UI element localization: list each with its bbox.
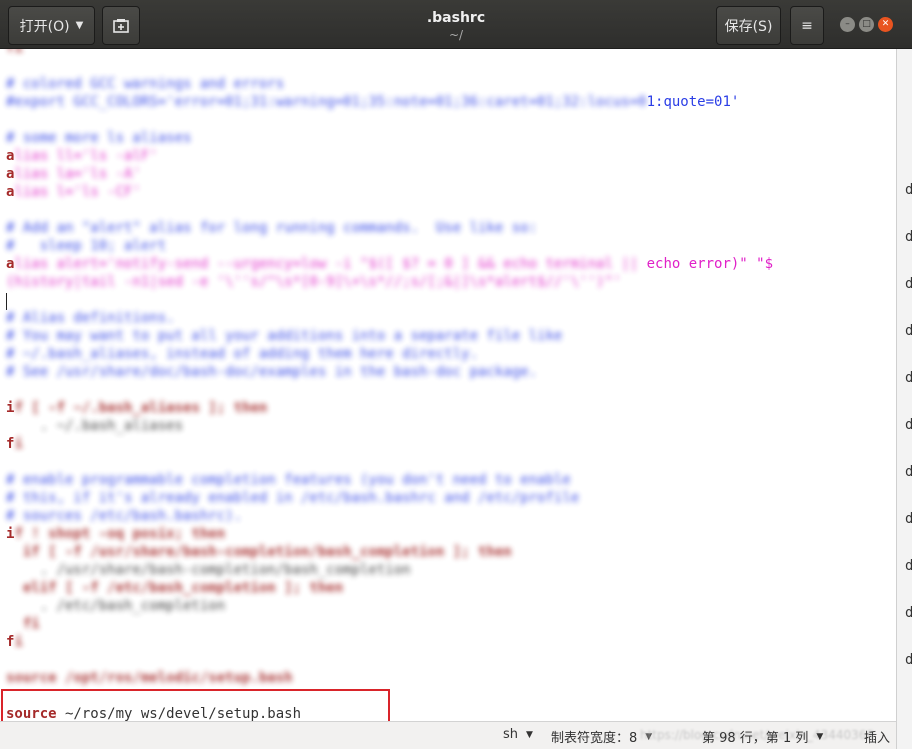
code-line: if [ -f ~/.bash_aliases ]; then <box>6 399 267 417</box>
code-token: # Add an "alert" alias for long running … <box>6 220 538 236</box>
text-editor[interactable]: fi # colored GCC warnings and errors #expo… <box>0 49 896 721</box>
code-line: fi <box>6 615 40 633</box>
code-token: elif [ -f /etc/bash_completion ]; then <box>6 580 344 596</box>
code-line: elif [ -f /etc/bash_completion ]; then <box>6 579 343 597</box>
code-line: source /opt/ros/melodic/setup.bash <box>6 669 293 687</box>
code-token: if [ -f /usr/share/bash-completion/bash_… <box>6 544 512 560</box>
code-token: #export GCC_COLORS='error=01;31:warning=… <box>6 94 647 110</box>
background-text: d <box>905 464 912 480</box>
background-text: d <box>905 652 912 668</box>
code-line: # colored GCC warnings and errors <box>6 75 284 93</box>
close-icon[interactable]: ✕ <box>878 17 893 32</box>
code-line: # enable programmable completion feature… <box>6 471 571 489</box>
code-line: alias l='ls -CF' <box>6 183 141 201</box>
code-line: (history|tail -n1|sed -e '\''s/^\s*[0-9]… <box>6 273 621 291</box>
save-button[interactable]: 保存(S) <box>716 6 781 45</box>
code-token: echo error)" "$ <box>646 256 774 272</box>
code-token: i <box>14 634 23 650</box>
insert-mode-label: 插入 <box>864 731 891 746</box>
code-line: fi <box>6 435 23 453</box>
code-line: . ~/.bash_aliases <box>6 417 183 435</box>
background-text: d <box>905 417 912 433</box>
code-line: alias alert='notify-send --urgency=low -… <box>6 255 773 273</box>
code-token: fi <box>6 616 40 632</box>
code-line: # some more ls aliases <box>6 129 191 147</box>
save-button-label: 保存(S) <box>724 18 773 35</box>
code-token: fi <box>6 49 23 56</box>
background-text: d <box>905 605 912 621</box>
status-bar: sh ▼ 制表符宽度：8 ▼ https://blog.csdn.net/wei… <box>0 721 896 749</box>
minimize-icon[interactable]: – <box>840 17 855 32</box>
code-token: lias l='ls -CF' <box>14 184 141 200</box>
code-token: # See /usr/share/doc/bash-doc/examples i… <box>6 364 538 380</box>
code-token: . ~/.bash_aliases <box>6 418 184 434</box>
code-token: f ! shopt -oq posix; then <box>14 526 226 542</box>
code-line: # ~/.bash_aliases, instead of adding the… <box>6 345 478 363</box>
language-selector[interactable]: sh ▼ <box>503 727 533 742</box>
code-line: . /etc/bash_completion <box>6 597 225 615</box>
code-token: # some more ls aliases <box>6 130 192 146</box>
background-text: d <box>905 182 912 198</box>
code-line: source ~/ros/my_ws/devel/setup.bash <box>6 705 301 721</box>
code-line: # sleep 10; alert <box>6 237 166 255</box>
background-text: d <box>905 276 912 292</box>
code-token: # Alias definitions. <box>6 310 175 326</box>
header-bar: 打开(O) ▼ .bashrc ~/ 保存(S) ≡ – □ ✕ <box>0 0 912 49</box>
hamburger-menu-icon: ≡ <box>801 17 813 34</box>
hamburger-menu-button[interactable]: ≡ <box>790 6 824 45</box>
background-text: d <box>905 370 912 386</box>
chevron-down-icon: ▼ <box>526 729 533 740</box>
cursor-position-label: 第 98 行，第 1 列 <box>702 731 809 746</box>
code-line: . /usr/share/bash-completion/bash_comple… <box>6 561 411 579</box>
code-line: fi <box>6 633 23 651</box>
code-line: # You may want to put all your additions… <box>6 327 562 345</box>
code-line: fi <box>6 49 23 57</box>
code-token: lias alert='notify-send --urgency=low -i… <box>14 256 647 272</box>
code-line: # Add an "alert" alias for long running … <box>6 219 537 237</box>
chevron-down-icon: ▼ <box>816 731 824 742</box>
code-token: source <box>6 706 57 721</box>
background-text: d <box>905 229 912 245</box>
code-token: # this, if it's already enabled in /etc/… <box>6 490 580 506</box>
code-token: # colored GCC warnings and errors <box>6 76 285 92</box>
code-line: # Alias definitions. <box>6 309 175 327</box>
code-line: if ! shopt -oq posix; then <box>6 525 225 543</box>
code-line: # sources /etc/bash.bashrc). <box>6 507 242 525</box>
code-token: # enable programmable completion feature… <box>6 472 571 488</box>
code-line: if [ -f /usr/share/bash-completion/bash_… <box>6 543 512 561</box>
background-text: d <box>905 558 912 574</box>
insert-mode-indicator[interactable]: 插入 <box>864 727 890 746</box>
code-token: f [ -f ~/.bash_aliases ]; then <box>14 400 268 416</box>
code-line: # this, if it's already enabled in /etc/… <box>6 489 579 507</box>
code-token: # You may want to put all your additions… <box>6 328 563 344</box>
code-token: # ~/.bash_aliases, instead of adding the… <box>6 346 479 362</box>
code-token: ~/ros/my_ws/devel/setup.bash <box>56 706 302 721</box>
code-token: lias ll='ls -alF' <box>14 148 158 164</box>
code-token: (history|tail -n1|sed -e '\''s/^\s*[0-9]… <box>6 274 622 290</box>
background-text: d <box>905 511 912 527</box>
code-token: # sources /etc/bash.bashrc). <box>6 508 243 524</box>
tab-width-selector[interactable]: 制表符宽度：8 ▼ <box>551 727 652 746</box>
code-token: lias la='ls -A' <box>14 166 141 182</box>
tab-width-label: 制表符宽度：8 <box>551 731 638 746</box>
code-token: . /usr/share/bash-completion/bash_comple… <box>6 562 411 578</box>
code-line: alias ll='ls -alF' <box>6 147 158 165</box>
code-line: # See /usr/share/doc/bash-doc/examples i… <box>6 363 537 381</box>
maximize-icon[interactable]: □ <box>859 17 874 32</box>
cursor-position-selector[interactable]: 第 98 行，第 1 列 ▼ <box>702 727 823 746</box>
code-token: source /opt/ros/melodic/setup.bash <box>6 670 293 686</box>
code-token: # sleep 10; alert <box>6 238 167 254</box>
background-text: d <box>905 323 912 339</box>
code-token: 1:quote=01' <box>646 94 740 110</box>
language-label: sh <box>503 727 519 742</box>
code-token: . /etc/bash_completion <box>6 598 226 614</box>
code-token: i <box>14 436 23 452</box>
code-line: #export GCC_COLORS='error=01;31:warning=… <box>6 93 739 111</box>
text-cursor <box>6 293 7 310</box>
code-line: alias la='ls -A' <box>6 165 141 183</box>
background-window-strip: d d d d d d d d d d d <box>896 49 912 749</box>
